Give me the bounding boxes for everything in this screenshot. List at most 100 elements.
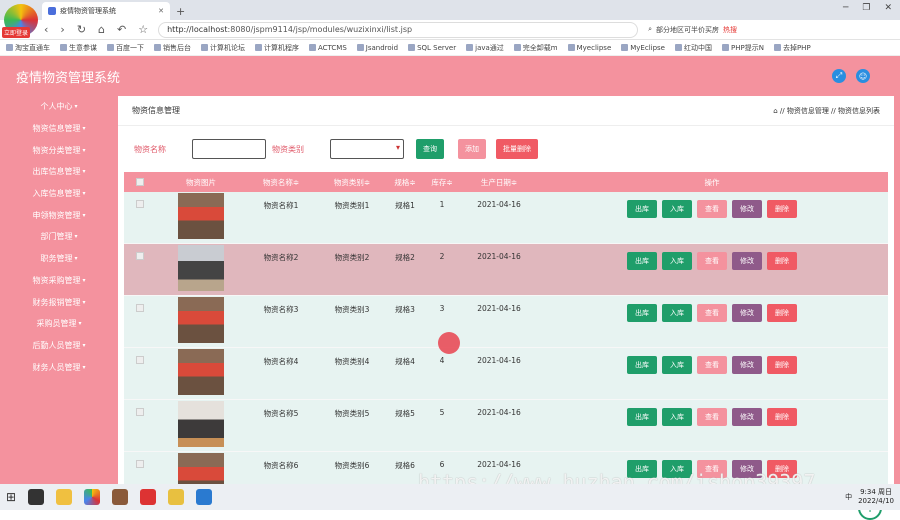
bookmark-item[interactable]: 销售后台 (154, 43, 191, 53)
app-icon[interactable] (28, 489, 45, 505)
sidebar-item[interactable]: 物资信息管理 ▾ (0, 118, 118, 140)
tab-close-icon[interactable]: ✕ (158, 7, 164, 15)
row-checkbox[interactable] (136, 304, 144, 312)
user-icon[interactable]: ☺ (856, 69, 870, 83)
sidebar-item[interactable]: 财务报销管理 ▾ (0, 291, 118, 313)
bookmark-item[interactable]: SQL Server (408, 44, 456, 52)
batch-delete-button[interactable]: 批量删除 (496, 139, 538, 159)
sidebar-item[interactable]: 部门管理 ▾ (0, 226, 118, 248)
bookmark-item[interactable]: ACTCMS (309, 44, 347, 52)
table-row[interactable]: 物资名称2 物资类别2 规格2 2 2021-04-16 出库 入库 查看 修改 删除 (124, 244, 888, 296)
browser-search[interactable]: ⌕ 部分地区可半价买房 热搜 (648, 22, 894, 38)
row-checkbox[interactable] (136, 356, 144, 364)
row-checkbox[interactable] (136, 252, 144, 260)
bookmark-item[interactable]: Myeclipse (568, 44, 612, 52)
sidebar-item[interactable]: 职务管理 ▾ (0, 248, 118, 270)
edit-button[interactable]: 修改 (732, 408, 762, 426)
forward-icon[interactable]: › (60, 23, 64, 36)
login-badge[interactable]: 立即登录 (2, 27, 31, 38)
sidebar-item[interactable]: 物资采购管理 ▾ (0, 270, 118, 292)
col-date[interactable]: 生产日期≑ (462, 177, 536, 188)
inbound-button[interactable]: 入库 (662, 408, 692, 426)
close-window-icon[interactable]: ✕ (884, 3, 892, 13)
sidebar-item[interactable]: 出库信息管理 ▾ (0, 161, 118, 183)
view-button[interactable]: 查看 (697, 408, 727, 426)
browser-taskbar-icon[interactable] (84, 489, 101, 505)
back-icon[interactable]: ‹ (44, 23, 48, 36)
fullscreen-icon[interactable]: ⤢ (832, 69, 846, 83)
restore-icon[interactable]: ❐ (862, 3, 870, 13)
home-icon[interactable]: ⌂ (98, 23, 105, 36)
view-button[interactable]: 查看 (697, 304, 727, 322)
name-filter-input[interactable] (192, 139, 266, 159)
col-spec[interactable]: 规格≑ (388, 177, 422, 188)
search-button[interactable]: 查询 (416, 139, 444, 159)
bookmark-item[interactable]: 红动中国 (675, 43, 712, 53)
minimize-icon[interactable]: ─ (843, 3, 848, 13)
outbound-button[interactable]: 出库 (627, 304, 657, 322)
reload-icon[interactable]: ↻ (77, 23, 86, 36)
clock[interactable]: 9:34 周日 2022/4/10 (858, 488, 894, 506)
app2-icon[interactable] (112, 489, 129, 505)
outbound-button[interactable]: 出库 (627, 200, 657, 218)
app4-icon[interactable] (196, 489, 213, 505)
inbound-button[interactable]: 入库 (662, 252, 692, 270)
row-checkbox[interactable] (136, 460, 144, 468)
star-icon[interactable]: ☆ (138, 23, 148, 36)
row-checkbox[interactable] (136, 408, 144, 416)
edit-button[interactable]: 修改 (732, 304, 762, 322)
sidebar-item[interactable]: 物资分类管理 ▾ (0, 139, 118, 161)
browser-tab[interactable]: 疫情物资管理系统 ✕ (42, 2, 170, 20)
windows-start-icon[interactable]: ⊞ (6, 490, 16, 504)
view-button[interactable]: 查看 (697, 252, 727, 270)
type-filter-select[interactable] (330, 139, 404, 159)
outbound-button[interactable]: 出库 (627, 356, 657, 374)
bookmark-item[interactable]: 百度一下 (107, 43, 144, 53)
sidebar-item[interactable]: 财务人员管理 ▾ (0, 356, 118, 378)
outbound-button[interactable]: 出库 (627, 252, 657, 270)
bookmark-item[interactable]: 去掉PHP (774, 43, 811, 53)
bookmark-item[interactable]: 淘宝直通车 (6, 43, 50, 53)
view-button[interactable]: 查看 (697, 356, 727, 374)
undo-icon[interactable]: ↶ (117, 23, 126, 36)
table-row[interactable]: 物资名称5 物资类别5 规格5 5 2021-04-16 出库 入库 查看 修改 删除 (124, 400, 888, 452)
outbound-button[interactable]: 出库 (627, 408, 657, 426)
sidebar-item[interactable]: 入库信息管理 ▾ (0, 183, 118, 205)
edit-button[interactable]: 修改 (732, 252, 762, 270)
ime-indicator[interactable]: 中 (845, 492, 852, 502)
col-name[interactable]: 物资名称≑ (246, 177, 316, 188)
wps-icon[interactable] (140, 489, 157, 505)
new-tab-button[interactable]: + (176, 5, 185, 20)
bookmark-item[interactable]: Jsandroid (357, 44, 398, 52)
sidebar-item[interactable]: 个人中心 ▾ (0, 96, 118, 118)
col-stock[interactable]: 库存≑ (422, 177, 462, 188)
add-button[interactable]: 添加 (458, 139, 486, 159)
inbound-button[interactable]: 入库 (662, 304, 692, 322)
sidebar-item[interactable]: 采购员管理 ▾ (0, 313, 118, 335)
breadcrumb[interactable]: ⌂ // 物资信息管理 // 物资信息列表 (773, 106, 880, 116)
app3-icon[interactable] (168, 489, 185, 505)
select-all-checkbox[interactable] (136, 178, 144, 186)
bookmark-item[interactable]: 完全卸载m (514, 43, 558, 53)
delete-button[interactable]: 删除 (767, 356, 797, 374)
url-field[interactable]: http://localhost:8080/jspm9114/jsp/modul… (158, 21, 639, 38)
bookmark-item[interactable]: MyEclipse (621, 44, 665, 52)
inbound-button[interactable]: 入库 (662, 356, 692, 374)
table-row[interactable]: 物资名称3 物资类别3 规格3 3 2021-04-16 出库 入库 查看 修改 删除 (124, 296, 888, 348)
bookmark-item[interactable]: 计算机程序 (255, 43, 299, 53)
edit-button[interactable]: 修改 (732, 200, 762, 218)
folder-icon[interactable] (56, 489, 73, 505)
bookmark-item[interactable]: PHP提示N (722, 43, 764, 53)
view-button[interactable]: 查看 (697, 200, 727, 218)
inbound-button[interactable]: 入库 (662, 200, 692, 218)
delete-button[interactable]: 删除 (767, 408, 797, 426)
browser-logo-icon[interactable]: 立即登录 (2, 4, 38, 38)
delete-button[interactable]: 删除 (767, 304, 797, 322)
bookmark-item[interactable]: 生意参谋 (60, 43, 97, 53)
delete-button[interactable]: 删除 (767, 200, 797, 218)
sidebar-item[interactable]: 申领物资管理 ▾ (0, 204, 118, 226)
table-row[interactable]: 物资名称4 物资类别4 规格4 4 2021-04-16 出库 入库 查看 修改 删除 (124, 348, 888, 400)
col-type[interactable]: 物资类别≑ (316, 177, 388, 188)
edit-button[interactable]: 修改 (732, 356, 762, 374)
delete-button[interactable]: 删除 (767, 252, 797, 270)
